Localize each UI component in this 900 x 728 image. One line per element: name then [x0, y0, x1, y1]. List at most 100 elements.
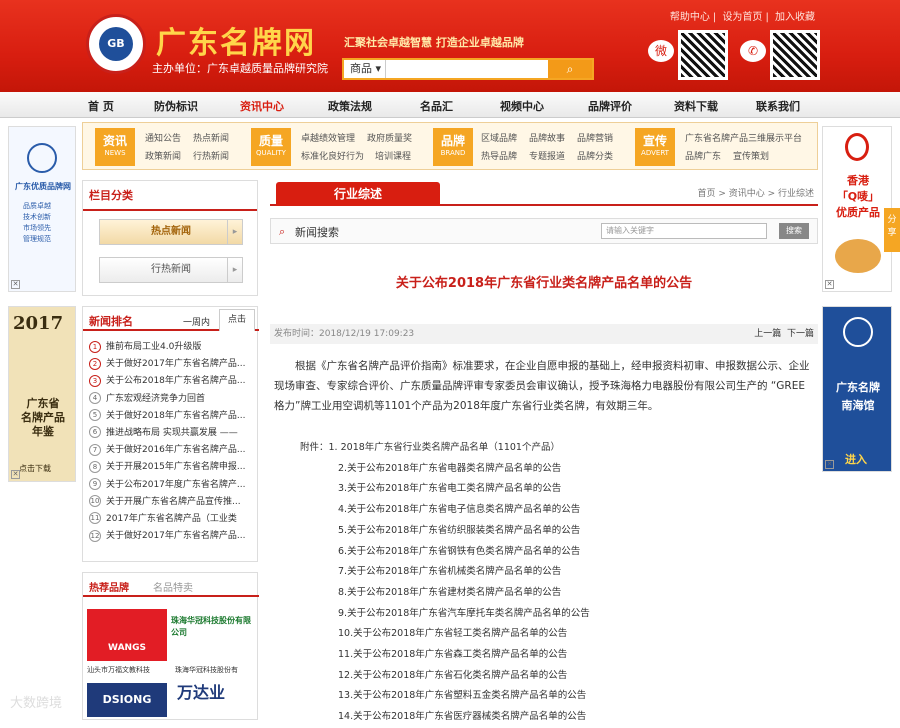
subnav-link[interactable]: 热导品牌 [481, 149, 517, 162]
subnav-advert-group: 宣传 ADVERT [635, 128, 675, 166]
news-search-button[interactable]: 搜索 [779, 223, 809, 239]
attachment-link[interactable]: 13.关于公布2018年广东省塑料五金类名牌产品名单的公告 [300, 686, 800, 707]
nav-home[interactable]: 首 页 [88, 98, 114, 114]
site-logo[interactable]: GB [86, 14, 146, 74]
close-icon[interactable]: ✕ [825, 460, 834, 469]
category-hot-news[interactable]: 热点新闻 [99, 219, 243, 245]
search-icon: ⌕ [279, 225, 286, 238]
attachment-link[interactable]: 6.关于公布2018年广东省钢铁有色类名牌产品名单的公告 [300, 542, 800, 563]
subnav-link[interactable]: 品牌分类 [577, 149, 613, 162]
section-tab[interactable]: 行业综述 [276, 182, 440, 206]
left-ad-top[interactable]: 广东优质品牌网 品质卓越 技术创新 市场领先 管理规范 ✕ [8, 126, 76, 292]
tab-brand-sale[interactable]: 名品特卖 [153, 579, 193, 594]
right-ad-bottom[interactable]: 广东名牌 南海馆 进入 ✕ [822, 306, 892, 472]
attachment-link[interactable]: 14.关于公布2018年广东省医疗器械类名牌产品名单的公告 [300, 707, 800, 728]
subnav-link[interactable]: 品牌营销 [577, 131, 613, 144]
main-nav: 首 页 防伪标识 资讯中心 政策法规 名品汇 视频中心 品牌评价 资料下载 联系… [0, 92, 900, 118]
weibo-icon[interactable]: 微 [648, 40, 674, 62]
search-category-select[interactable]: 商品 ▾ [344, 60, 386, 78]
attachment-link[interactable]: 7.关于公布2018年广东省机械类名牌产品名单的公告 [300, 562, 800, 583]
attachment-link[interactable]: 8.关于公布2018年广东省建材类名牌产品名单的公告 [300, 583, 800, 604]
rank-item-title: 关于做好2016年广东省名牌产品... [106, 445, 246, 456]
rank-item-title: 关于开展2015年广东省名牌申报... [106, 462, 246, 473]
rank-item[interactable]: 6 推进战略布局 实现共赢发展 —— [89, 425, 255, 442]
attachment-link[interactable]: 10.关于公布2018年广东省轻工类名牌产品名单的公告 [300, 624, 800, 645]
right-ad-top[interactable]: 香港 「Q唛」 优质产品 ✕ [822, 126, 892, 292]
tab-recommended-brands[interactable]: 热荐品牌 [89, 579, 129, 594]
news-rank-panel: 新闻排名 一周内 点击 1 推前布局工业4.0升级版 2 关于做好2017年广东省名牌… [82, 306, 259, 562]
set-homepage-link[interactable]: 设为首页 [722, 12, 762, 23]
subnav-link[interactable]: 行热新闻 [193, 149, 229, 162]
category-panel: 栏目分类 热点新闻 行热新闻 [82, 180, 258, 296]
news-search-input[interactable]: 请输入关键字 [601, 223, 767, 239]
rank-number: 1 [89, 340, 101, 353]
close-icon[interactable]: ✕ [11, 280, 20, 289]
nav-anti-fake[interactable]: 防伪标识 [154, 98, 198, 114]
add-favorite-link[interactable]: 加入收藏 [775, 12, 815, 23]
nav-products[interactable]: 名品汇 [420, 98, 453, 114]
rank-item[interactable]: 2 关于做好2017年广东省名牌产品... [89, 356, 255, 373]
rank-item-title: 关于公布2017年度广东省名牌产... [106, 479, 246, 490]
subnav-link[interactable]: 广东省名牌产品三维展示平台 [685, 131, 802, 144]
subnav-link[interactable]: 热点新闻 [193, 131, 229, 144]
rank-item[interactable]: 10 关于开展广东省名牌产品宣传推... [89, 494, 255, 511]
rank-item[interactable]: 3 关于公布2018年广东省名牌产品... [89, 373, 255, 390]
prev-article-link[interactable]: 上一篇 [754, 329, 781, 339]
nav-video[interactable]: 视频中心 [500, 98, 544, 114]
nav-brand-eval[interactable]: 品牌评价 [588, 98, 632, 114]
nav-contact[interactable]: 联系我们 [756, 98, 800, 114]
site-title: 广东名牌网 [156, 26, 316, 61]
rank-item[interactable]: 5 关于做好2018年广东省名牌产品... [89, 408, 255, 425]
subnav-link[interactable]: 卓越绩效管理 [301, 131, 355, 144]
search-button[interactable]: ⌕ [548, 60, 592, 78]
wechat-icon[interactable]: ✆ [740, 40, 766, 62]
subnav-link[interactable]: 专题报道 [529, 149, 565, 162]
rank-item[interactable]: 11 2017年广东省名牌产品（工业类 [89, 511, 255, 528]
subnav-link[interactable]: 宣传策划 [733, 149, 769, 162]
subnav-link[interactable]: 政府质量奖 [367, 131, 412, 144]
rank-item[interactable]: 7 关于做好2016年广东省名牌产品... [89, 442, 255, 459]
close-icon[interactable]: ✕ [825, 280, 834, 289]
weibo-qr-code [678, 30, 728, 80]
rank-item[interactable]: 9 关于公布2017年度广东省名牌产... [89, 477, 255, 494]
category-industry-news[interactable]: 行热新闻 [99, 257, 243, 283]
attachment-link[interactable]: 11.关于公布2018年广东省森工类名牌产品名单的公告 [300, 645, 800, 666]
left-ad-bottom[interactable]: 2017 广东省 名牌产品 年鉴 点击下载 ✕ [8, 306, 76, 482]
download-button[interactable]: 点击下载 [19, 463, 51, 474]
attachment-link[interactable]: 9.关于公布2018年广东省汽车摩托车类名牌产品名单的公告 [300, 604, 800, 625]
subnav-link[interactable]: 品牌广东 [685, 149, 721, 162]
tab-clicks[interactable]: 点击 [219, 309, 255, 331]
attachment-link[interactable]: 4.关于公布2018年广东省电子信息类名牌产品名单的公告 [300, 500, 800, 521]
rank-item[interactable]: 12 关于做好2017年广东省名牌产品... [89, 528, 255, 545]
attachment-link[interactable]: 1. 2018年广东省行业类名牌产品名单（1101个产品） [329, 442, 560, 453]
help-center-link[interactable]: 帮助中心 [670, 12, 710, 23]
enter-button[interactable]: 进入 [845, 451, 867, 467]
attachment-link[interactable]: 3.关于公布2018年广东省电工类名牌产品名单的公告 [300, 479, 800, 500]
brand-logo-dsiong[interactable]: DSIONG [87, 683, 167, 717]
nav-downloads[interactable]: 资料下载 [674, 98, 718, 114]
brand-logo-wangs[interactable]: WANGS [87, 609, 167, 661]
brand-logo-wandaye[interactable]: 万达业 [177, 679, 225, 703]
subnav-link[interactable]: 品牌故事 [529, 131, 565, 144]
next-article-link[interactable]: 下一篇 [787, 329, 814, 339]
close-icon[interactable]: ✕ [11, 470, 20, 479]
tab-week[interactable]: 一周内 [183, 315, 210, 328]
subnav-link[interactable]: 政策新闻 [145, 149, 181, 162]
attachment-link[interactable]: 2.关于公布2018年广东省电器类名牌产品名单的公告 [300, 459, 800, 480]
rank-item[interactable]: 8 关于开展2015年广东省名牌申报... [89, 459, 255, 476]
subnav-link[interactable]: 标准化良好行为 [301, 149, 364, 162]
brand-name[interactable]: 珠海华冠科技股份有 [175, 665, 257, 675]
attachment-link[interactable]: 12.关于公布2018年广东省石化类名牌产品名单的公告 [300, 666, 800, 687]
rank-item[interactable]: 1 推前布局工业4.0升级版 [89, 339, 255, 356]
subnav-link[interactable]: 通知公告 [145, 131, 181, 144]
subnav-link[interactable]: 区域品牌 [481, 131, 517, 144]
brand-name[interactable]: 汕头市万福文教科技 [87, 665, 150, 675]
rank-item[interactable]: 4 广东宏观经济竞争力回首 [89, 391, 255, 408]
share-tab[interactable]: 分享 [884, 208, 900, 252]
subnav-link[interactable]: 培训课程 [375, 149, 411, 162]
attachment-link[interactable]: 5.关于公布2018年广东省纺织服装类名牌产品名单的公告 [300, 521, 800, 542]
breadcrumb[interactable]: 首页 > 资讯中心 > 行业综述 [697, 186, 814, 199]
brand-logo-huaguan[interactable]: 珠海华冠科技股份有限公司 [171, 609, 255, 661]
nav-news-center[interactable]: 资讯中心 [240, 98, 284, 114]
nav-policy[interactable]: 政策法规 [328, 98, 372, 114]
